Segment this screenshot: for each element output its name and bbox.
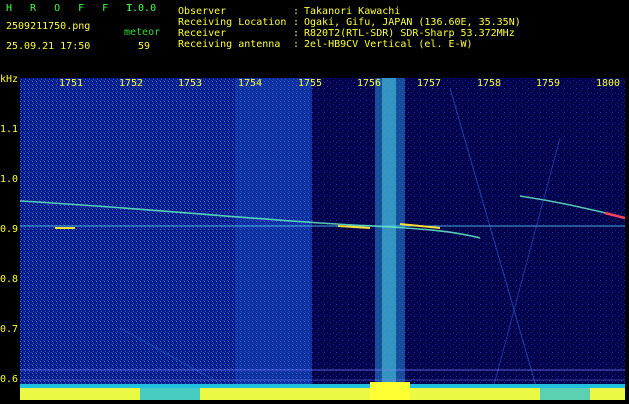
x-tick-label: 1755 [298, 78, 323, 89]
waterfall-spectrogram [19, 78, 626, 401]
info-label-antenna: Receiving antenna [178, 39, 281, 50]
meteor-label: meteor [124, 27, 161, 38]
app-version: 1.0.0 [126, 3, 157, 14]
info-value-observer: Takanori Kawachi [304, 6, 401, 17]
info-value-location: Ogaki, Gifu, JAPAN (136.60E, 35.35N) [304, 17, 521, 28]
x-tick-label: 1759 [536, 78, 561, 89]
hroft-window: H R O F F T 1.0.0 2509211750.png meteor … [0, 0, 629, 401]
x-tick-label: 1800 [596, 78, 621, 89]
y-axis-unit: kHz [0, 74, 19, 85]
info-label-location: Receiving Location [178, 17, 287, 28]
meteor-count: 59 [138, 41, 151, 52]
time-axis: 1751 1752 1753 1754 1755 1756 1757 1758 … [20, 78, 625, 92]
waterfall-graphic [19, 78, 626, 401]
info-label-receiver: Receiver [178, 28, 227, 39]
x-tick-label: 1754 [238, 78, 263, 89]
info-sep: : [293, 17, 300, 28]
info-sep: : [293, 39, 300, 50]
file-datetime: 25.09.21 17:50 [6, 41, 91, 52]
y-tick-label: 0.6 [0, 374, 19, 385]
y-tick-label: 0.8 [0, 274, 19, 285]
x-tick-label: 1756 [357, 78, 382, 89]
file-name: 2509211750.png [6, 21, 91, 32]
info-value-receiver: R820T2(RTL-SDR) SDR-Sharp 53.372MHz [304, 28, 515, 39]
x-tick-label: 1758 [477, 78, 502, 89]
app-title: H R O F F T [6, 3, 139, 14]
y-tick-label: 0.7 [0, 324, 19, 335]
info-value-antenna: 2el-HB9CV Vertical (el. E-W) [304, 39, 473, 50]
y-tick-label: 1.1 [0, 124, 19, 135]
info-label-observer: Observer [178, 6, 227, 17]
info-sep: : [293, 6, 300, 17]
x-tick-label: 1757 [417, 78, 442, 89]
x-tick-label: 1752 [119, 78, 144, 89]
x-tick-label: 1751 [59, 78, 84, 89]
info-sep: : [293, 28, 300, 39]
x-tick-label: 1753 [178, 78, 203, 89]
y-tick-label: 1.0 [0, 174, 19, 185]
y-tick-label: 0.9 [0, 224, 19, 235]
